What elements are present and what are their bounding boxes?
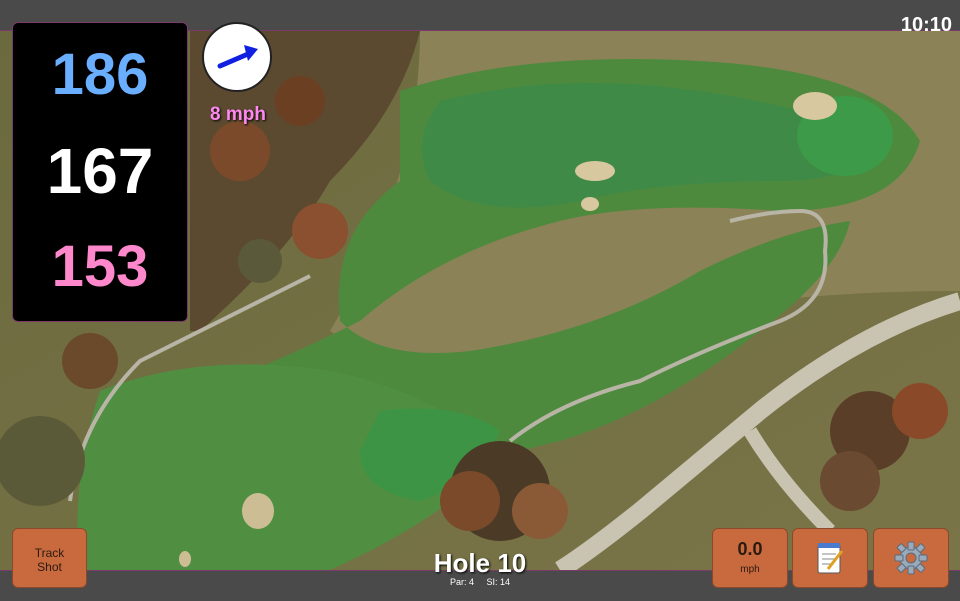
hole-title: Hole 10 [433,548,527,578]
notepad-icon [817,543,844,574]
wind-speed-label: 8 mph [210,104,266,125]
hole-info: Par: 4 SI: 14 [380,577,580,587]
hole-par: Par: 4 [449,577,474,587]
track-shot-button[interactable]: Track Shot [12,528,87,588]
distance-panel: 186 167 153 [12,22,188,322]
notes-button[interactable] [792,528,868,588]
hole-stroke-index: SI: 14 [486,577,511,587]
track-shot-label-line1: Track [34,546,65,560]
back-of-green-distance: 186 [51,42,149,107]
front-of-green-distance: 153 [51,234,149,299]
speed-value: 0.0 [737,539,763,559]
wind-indicator [202,22,272,92]
speed-unit: mph [740,564,760,575]
middle-of-green-distance: 167 [46,135,154,207]
settings-button[interactable] [873,528,949,588]
track-shot-label-line2: Shot [37,560,62,574]
gear-icon [894,541,928,575]
wind-direction-arrow-icon [217,45,258,69]
speed-button[interactable]: 0.0 mph [712,528,788,588]
